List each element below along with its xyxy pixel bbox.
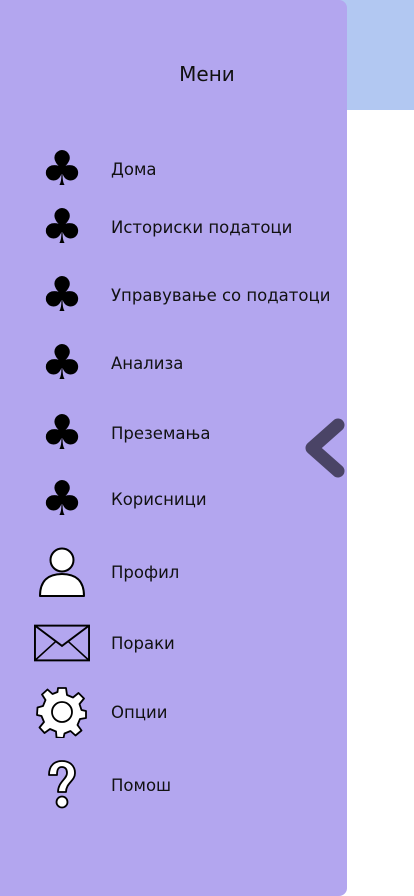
club-icon: ♣ [40,335,84,391]
menu-item-label: Историски податоци [111,217,293,237]
menu-item-profile[interactable]: Профил [0,547,347,597]
side-menu: Мени ♣ Дома ♣ Историски податоци ♣ Управ… [0,0,347,896]
menu-item-label: Анализа [111,353,184,373]
gear-icon [34,687,90,738]
menu-title: Мени [179,62,235,86]
menu-item-label: Профил [111,562,180,582]
club-icon: ♣ [40,267,84,323]
menu-item-help[interactable]: Помош [0,760,347,810]
menu-item-label: Пораки [111,633,175,653]
club-icon: ♣ [40,405,84,461]
menu-item-data-management[interactable]: ♣ Управување со податоци [0,270,347,320]
menu-item-analysis[interactable]: ♣ Анализа [0,338,347,388]
user-icon [34,547,90,597]
menu-item-label: Помош [111,775,172,795]
menu-item-label: Дома [111,159,157,179]
chevron-left-icon [305,418,345,478]
menu-item-downloads[interactable]: ♣ Преземања [0,408,347,458]
club-icon: ♣ [40,141,84,197]
menu-item-label: Преземања [111,423,211,443]
collapse-menu-button[interactable] [298,415,350,481]
menu-item-messages[interactable]: Пораки [0,618,347,668]
menu-item-label: Корисници [111,489,207,509]
menu-item-label: Управување со податоци [111,285,331,305]
menu-item-home[interactable]: ♣ Дома [0,144,347,194]
menu-item-historical-data[interactable]: ♣ Историски податоци [0,202,347,252]
club-icon: ♣ [40,199,84,255]
menu-item-options[interactable]: Опции [0,687,347,738]
menu-item-users[interactable]: ♣ Корисници [0,474,347,524]
envelope-icon [34,618,90,668]
club-icon: ♣ [40,471,84,527]
question-icon [34,760,90,810]
menu-item-label: Опции [111,702,168,722]
